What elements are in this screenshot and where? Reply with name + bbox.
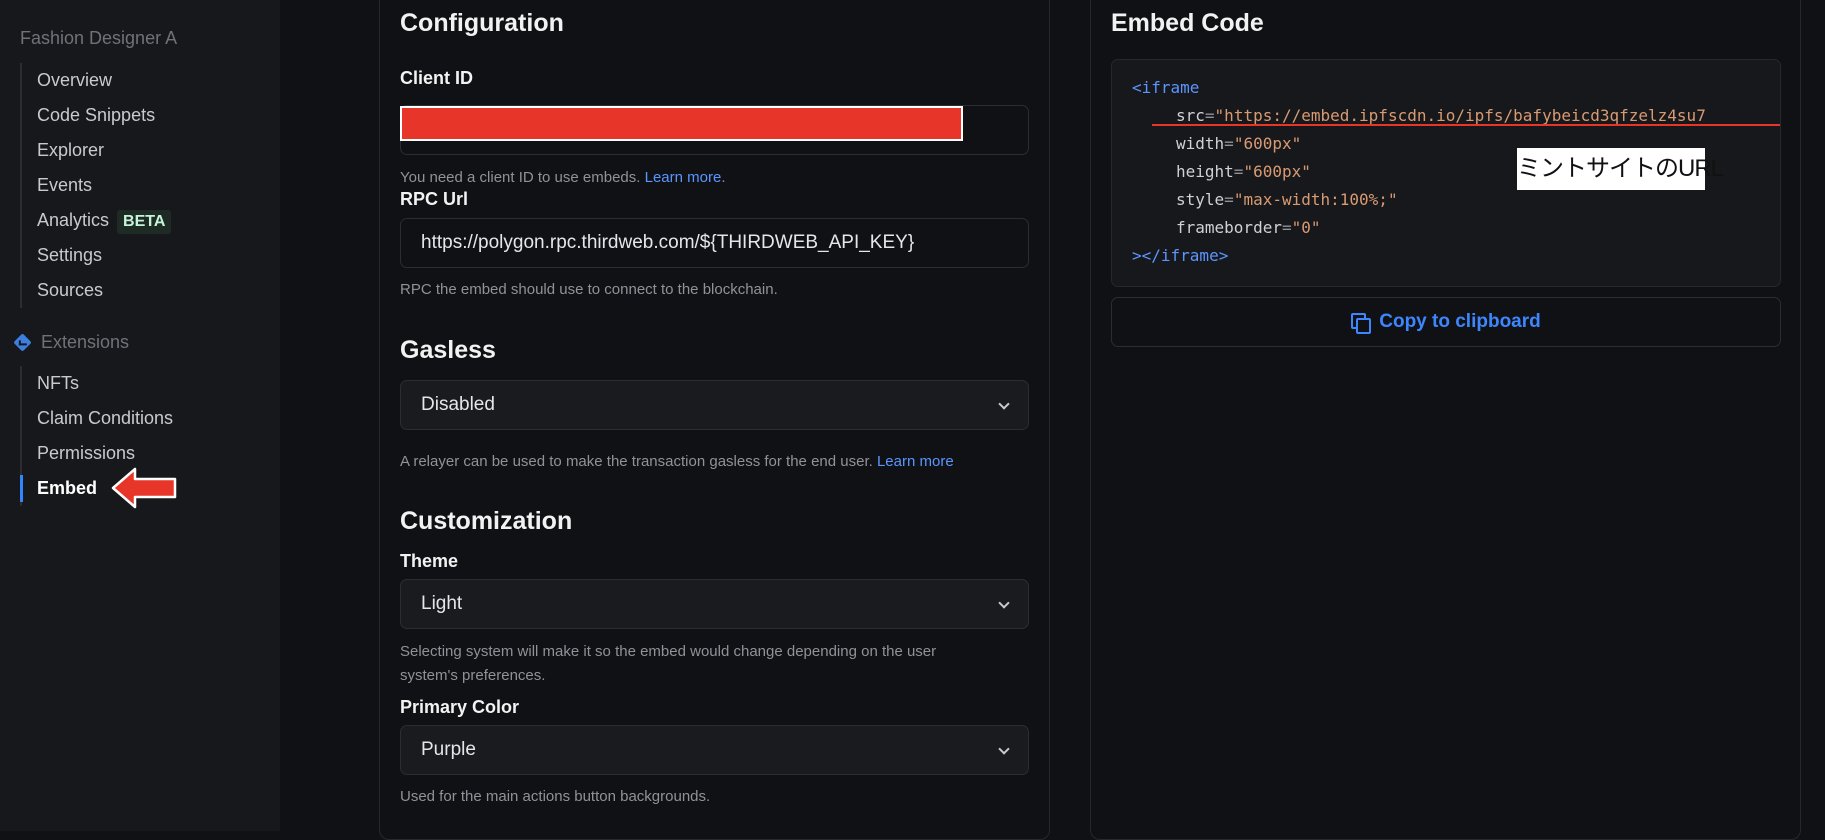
chevron-down-icon [998, 597, 1010, 609]
code-frameborder-attr: frameborder [1176, 218, 1282, 237]
client-id-label: Client ID [400, 68, 474, 88]
client-id-help: You need a client ID to use embeds. Lear… [400, 169, 726, 186]
theme-help-line-1: Selecting system will make it so the emb… [400, 643, 937, 660]
sidebar: Fashion Designer A Overview Code Snippet… [0, 0, 280, 831]
code-style-line: style="max-width:100%;" [1176, 190, 1398, 209]
primary-color-select-value: Purple [421, 739, 476, 760]
sidebar-item-overview[interactable]: Overview [22, 63, 171, 98]
extensions-label: Extensions [41, 331, 130, 352]
redacted-client-id [400, 106, 963, 141]
rpc-url-input[interactable]: https://polygon.rpc.thirdweb.com/${THIRD… [400, 218, 1029, 268]
mint-site-url-annotation: ミントサイトのURL [1517, 148, 1724, 190]
embed-code-block[interactable]: <iframe src="https://embed.ipfscdn.io/ip… [1111, 59, 1781, 287]
theme-select[interactable]: Light [400, 579, 1029, 629]
theme-help-line-2: system's preferences. [400, 667, 546, 684]
code-height-value: "600px" [1243, 162, 1311, 181]
project-name: Fashion Designer A [20, 28, 178, 48]
primary-color-label: Primary Color [400, 697, 520, 717]
gasless-select-value: Disabled [421, 394, 495, 415]
theme-select-value: Light [421, 593, 463, 614]
red-underline-annotation [1152, 124, 1780, 126]
customization-title: Customization [400, 507, 573, 535]
sidebar-item-sources[interactable]: Sources [22, 273, 171, 308]
sidebar-item-explorer[interactable]: Explorer [22, 133, 171, 168]
rpc-url-help: RPC the embed should use to connect to t… [400, 281, 778, 298]
gasless-learn-more-link[interactable]: Learn more [877, 453, 954, 470]
code-style-value: "max-width:100%;" [1233, 190, 1398, 209]
code-height-line: height="600px" [1176, 162, 1311, 181]
red-arrow-annotation-icon [111, 467, 177, 509]
theme-label: Theme [400, 551, 459, 571]
configuration-title: Configuration [400, 9, 564, 37]
sidebar-item-nfts[interactable]: NFTs [22, 366, 173, 401]
code-width-attr: width [1176, 134, 1225, 153]
code-height-attr: height [1176, 162, 1234, 181]
copy-to-clipboard-label: Copy to clipboard [1379, 311, 1541, 332]
sidebar-item-claim-conditions[interactable]: Claim Conditions [22, 401, 173, 436]
sidebar-item-code-snippets[interactable]: Code Snippets [22, 98, 171, 133]
gasless-title: Gasless [400, 336, 496, 364]
primary-color-select[interactable]: Purple [400, 725, 1029, 775]
embed-code-title: Embed Code [1111, 9, 1264, 37]
code-frameborder-value: "0" [1291, 218, 1321, 237]
code-src-value: "https://embed.ipfscdn.io/ipfs/bafybeicd… [1214, 106, 1706, 125]
code-open-tag: <iframe [1132, 78, 1200, 97]
code-close-tag: ></iframe> [1132, 246, 1229, 265]
chevron-down-icon [998, 398, 1010, 410]
gasless-select[interactable]: Disabled [400, 380, 1029, 430]
code-src-attr: src [1176, 106, 1205, 125]
sidebar-item-label: Analytics [37, 210, 110, 230]
copy-icon [1351, 313, 1372, 334]
primary-color-help: Used for the main actions button backgro… [400, 788, 711, 805]
sidebar-item-settings[interactable]: Settings [22, 238, 171, 273]
sidebar-item-events[interactable]: Events [22, 168, 171, 203]
chevron-down-icon [998, 743, 1010, 755]
extensions-section-label: Extensions [13, 330, 129, 354]
gasless-help: A relayer can be used to make the transa… [400, 453, 954, 470]
code-style-attr: style [1176, 190, 1225, 209]
code-width-value: "600px" [1233, 134, 1302, 153]
extension-badge-icon [13, 332, 32, 352]
client-id-learn-more-link[interactable]: Learn more [645, 169, 722, 186]
sidebar-item-analytics[interactable]: Analytics BETA [22, 203, 172, 238]
code-src-line: src="https://embed.ipfscdn.io/ipfs/bafyb… [1176, 106, 1706, 125]
beta-badge: BETA [117, 210, 172, 234]
client-id-help-end: . [721, 169, 726, 186]
client-id-help-text: You need a client ID to use embeds. [400, 169, 645, 186]
copy-to-clipboard-button[interactable]: Copy to clipboard [1111, 297, 1781, 347]
gasless-help-text: A relayer can be used to make the transa… [400, 453, 877, 470]
sidebar-item-permissions[interactable]: Permissions [22, 436, 173, 471]
code-width-line: width="600px" [1176, 134, 1302, 153]
rpc-url-label: RPC Url [400, 189, 469, 209]
code-frameborder-line: frameborder="0" [1176, 218, 1321, 237]
configuration-panel: Configuration Client ID You need a clien… [379, 0, 1050, 840]
embed-code-panel: Embed Code <iframe src="https://embed.ip… [1090, 0, 1801, 840]
contract-nav: Overview Code Snippets Explorer Events A… [20, 63, 172, 308]
